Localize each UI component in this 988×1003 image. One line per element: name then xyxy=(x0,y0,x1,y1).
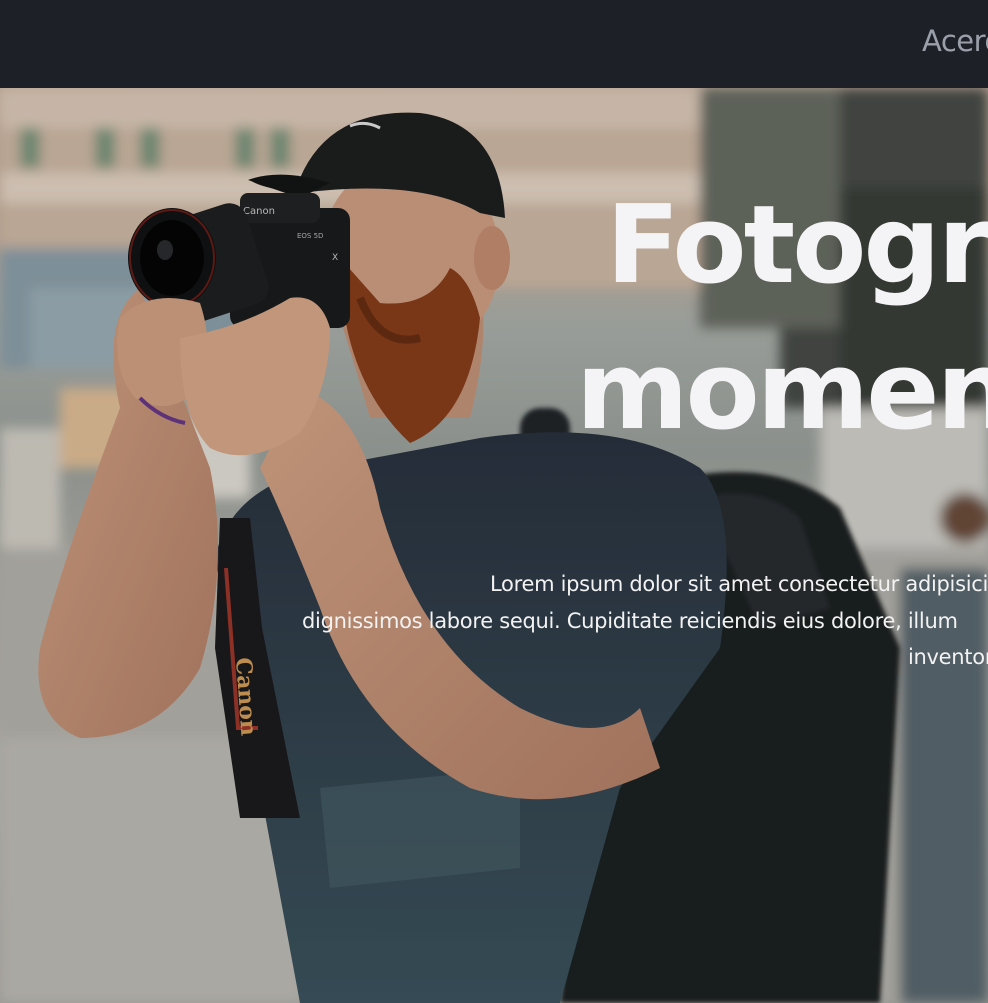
hero-description-line-2: dignissimos labore sequi. Cupiditate rei… xyxy=(302,608,958,633)
hero-description: Lorem ipsum dolor sit amet consectetur a… xyxy=(302,566,988,676)
hero-description-line-3: inventore xyxy=(908,645,988,669)
navbar: Acerca xyxy=(0,0,988,88)
hero-section: Canon Canon EOS 5D X Fotogr momen xyxy=(0,88,988,1003)
page: Acer ca xyxy=(0,0,988,1003)
hero-description-line-1: Lorem ipsum dolor sit amet consectetur a… xyxy=(490,572,988,596)
hero-title: Fotografía momentos xyxy=(576,173,988,465)
hero-title-line-2: momentos xyxy=(576,329,988,454)
nav-link-about[interactable]: Acerca xyxy=(922,24,988,58)
hero-title-line-1: Fotografía xyxy=(606,183,988,308)
